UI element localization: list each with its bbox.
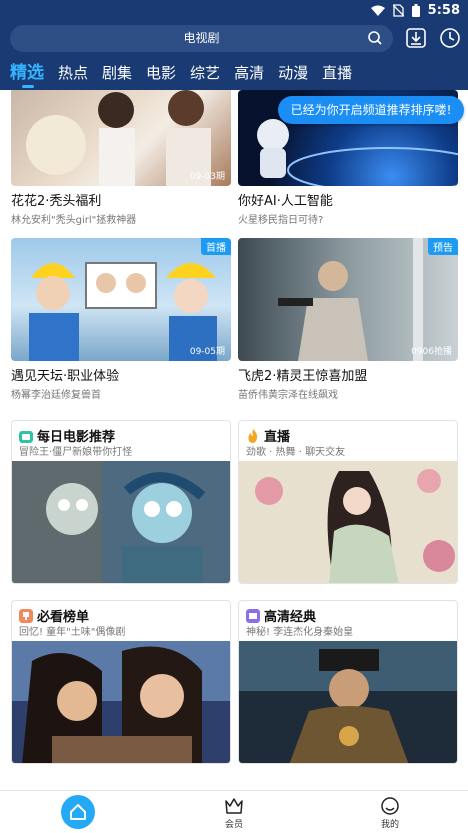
tab-featured[interactable]: 精选 <box>10 58 44 88</box>
status-bar: 5:58 <box>0 0 468 22</box>
episode-date: 09-05期 <box>189 347 225 357</box>
episode-date: 0906抢播 <box>411 347 452 357</box>
video-title[interactable]: 飞虎2·精灵王惊喜加盟 <box>238 365 458 384</box>
video-subtitle: 杨幂李治廷修复兽首 <box>11 390 101 401</box>
tab-anime[interactable]: 动漫 <box>278 58 308 88</box>
tab-hot[interactable]: 热点 <box>58 58 88 88</box>
notification-toast: 已经为你开启频道推荐排序喽! <box>278 96 464 124</box>
card-subtitle: 冒险王·僵尸新娘带你打怪 <box>19 447 133 458</box>
video-thumbnail[interactable]: 首播 09-05期 <box>11 238 231 361</box>
crown-icon <box>225 798 243 814</box>
download-icon[interactable] <box>404 26 428 50</box>
hd-classics-card[interactable]: 高清经典 神秘! 李连杰化身秦始皇 <box>238 600 458 764</box>
nav-vip[interactable]: 会员 <box>204 791 264 833</box>
live-card[interactable]: 直播 劲歌 · 热舞 · 聊天交友 <box>238 420 458 584</box>
card-header: 高清经典 神秘! 李连杰化身秦始皇 <box>239 601 457 641</box>
tab-hd[interactable]: 高清 <box>234 58 264 88</box>
flame-icon <box>248 429 258 443</box>
card-thumbnail[interactable] <box>239 641 458 764</box>
video-thumbnail[interactable]: 预告 0906抢播 <box>238 238 458 361</box>
card-subtitle: 神秘! 李连杰化身秦始皇 <box>246 627 354 638</box>
video-title[interactable]: 遇见天坛·职业体验 <box>11 365 231 384</box>
tab-movies[interactable]: 电影 <box>146 58 176 88</box>
channel-tabs: 精选 热点 剧集 电影 综艺 高清 动漫 直播 <box>0 58 468 88</box>
video-item[interactable]: 预告 0906抢播 飞虎2·精灵王惊喜加盟 苗侨伟黄宗泽在线飙戏 <box>238 238 458 401</box>
nav-profile[interactable]: 我的 <box>360 791 420 833</box>
trophy-icon <box>19 609 33 623</box>
card-header: 直播 劲歌 · 热舞 · 聊天交友 <box>239 421 457 461</box>
preview-badge: 预告 <box>428 238 458 255</box>
search-input[interactable]: 电视剧 <box>10 25 393 52</box>
nav-label: 我的 <box>380 820 399 830</box>
thumbnail-image <box>29 262 217 361</box>
video-item[interactable]: 首播 09-05期 遇见天坛·职业体验 杨幂李治廷修复兽首 <box>11 238 231 401</box>
thumbnail-image <box>278 238 423 361</box>
wifi-icon <box>370 5 385 16</box>
search-bar[interactable]: 电视剧 <box>10 25 393 52</box>
must-watch-card[interactable]: 必看榜单 回忆! 童年"土味"偶像剧 <box>11 600 231 764</box>
video-item[interactable]: 09-03期 花花2·秃头福利 林允安利"秃头girl"拯救神器 <box>11 90 231 226</box>
card-subtitle: 劲歌 · 热舞 · 聊天交友 <box>246 447 346 458</box>
nav-label: 会员 <box>224 820 243 830</box>
daily-movie-card[interactable]: 每日电影推荐 冒险王·僵尸新娘带你打怪 <box>11 420 231 584</box>
status-time: 5:58 <box>427 3 460 18</box>
bottom-navigation: 会员 我的 <box>0 790 468 833</box>
video-thumbnail[interactable]: 09-03期 <box>11 90 231 186</box>
tv-icon <box>19 431 33 443</box>
card-header: 必看榜单 回忆! 童年"土味"偶像剧 <box>12 601 230 641</box>
card-header: 每日电影推荐 冒险王·僵尸新娘带你打怪 <box>12 421 230 461</box>
no-sim-icon <box>392 4 404 17</box>
home-button[interactable] <box>61 795 95 829</box>
profile-icon <box>381 797 399 815</box>
episode-date: 09-03期 <box>189 172 225 182</box>
video-title[interactable]: 你好AI·人工智能 <box>238 190 458 209</box>
card-thumbnail[interactable] <box>12 461 231 584</box>
search-icon[interactable] <box>367 30 383 46</box>
battery-icon <box>411 4 420 17</box>
video-subtitle: 林允安利"秃头girl"拯救神器 <box>11 215 137 226</box>
tab-series[interactable]: 剧集 <box>102 58 132 88</box>
card-thumbnail[interactable] <box>12 641 231 764</box>
card-subtitle: 回忆! 童年"土味"偶像剧 <box>19 627 126 638</box>
video-subtitle: 苗侨伟黄宗泽在线飙戏 <box>238 390 338 401</box>
premiere-badge: 首播 <box>201 238 231 255</box>
video-title[interactable]: 花花2·秃头福利 <box>11 190 231 209</box>
hd-icon <box>246 609 260 623</box>
video-subtitle: 火星移民指日可待? <box>238 215 324 226</box>
tab-variety[interactable]: 综艺 <box>190 58 220 88</box>
home-icon <box>70 804 86 820</box>
top-header: 5:58 电视剧 精选 热点 剧集 电影 综艺 高清 动漫 直播 <box>0 0 468 90</box>
card-thumbnail[interactable] <box>239 461 458 584</box>
history-clock-icon[interactable] <box>438 26 462 50</box>
nav-home[interactable] <box>48 791 108 833</box>
tab-live[interactable]: 直播 <box>322 58 352 88</box>
